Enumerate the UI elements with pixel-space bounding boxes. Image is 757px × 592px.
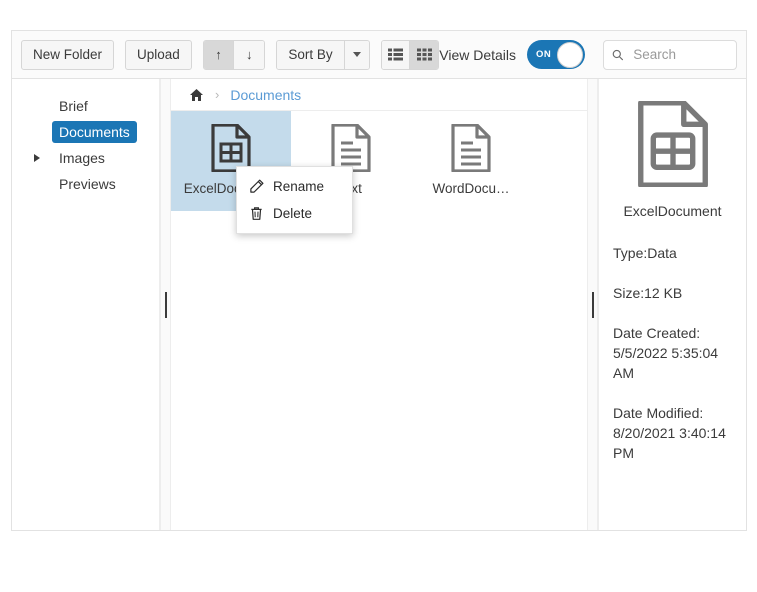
- file-name: WordDocu…: [432, 181, 510, 196]
- view-details-toggle[interactable]: ON: [527, 40, 585, 69]
- splitter-grip: [164, 291, 167, 318]
- sort-descending-button[interactable]: ↓: [234, 40, 265, 69]
- word-file-icon: [451, 124, 491, 172]
- file-tile-word[interactable]: WordDocu…: [411, 111, 531, 211]
- context-menu-item-label: Rename: [273, 179, 325, 194]
- chevron-down-icon: [352, 52, 361, 57]
- sidebar-tree: Brief Documents Images Previews: [12, 79, 160, 530]
- right-splitter[interactable]: [587, 79, 598, 530]
- arrow-up-icon: ↑: [215, 47, 222, 62]
- breadcrumb-separator: ›: [215, 87, 220, 102]
- excel-file-icon: [637, 101, 708, 187]
- breadcrumb: › Documents: [171, 79, 587, 111]
- home-icon[interactable]: [189, 88, 204, 102]
- details-pane: ExcelDocument Type:Data Size:12 KB Date …: [598, 79, 746, 530]
- sort-by-split-button: Sort By: [276, 39, 370, 70]
- grid-view-icon: [416, 48, 432, 61]
- upload-button[interactable]: Upload: [125, 39, 192, 70]
- context-menu-item-rename[interactable]: Rename: [237, 173, 352, 200]
- text-file-icon: [331, 124, 371, 172]
- toolbar: New Folder Upload ↑ ↓ Sort By View Detai…: [12, 31, 746, 79]
- toggle-knob: [557, 41, 584, 68]
- context-menu: Rename Delete: [236, 166, 353, 234]
- search-icon: [612, 49, 623, 60]
- list-view-icon: [387, 48, 403, 61]
- list-view-button[interactable]: [381, 40, 410, 69]
- details-icon-wrap: [613, 101, 732, 187]
- context-menu-item-delete[interactable]: Delete: [237, 200, 352, 227]
- sort-ascending-button[interactable]: ↑: [203, 40, 235, 69]
- excel-file-icon: [211, 124, 251, 172]
- sidebar-item-previews[interactable]: Previews: [12, 171, 159, 197]
- new-folder-button[interactable]: New Folder: [21, 39, 115, 70]
- file-browser-pane: › Documents ExcelDocument WordDocu… Rena…: [171, 79, 587, 530]
- file-grid: ExcelDocument t.txt: [171, 111, 587, 530]
- sidebar-item-label: Documents: [52, 121, 137, 143]
- expand-arrow-icon[interactable]: [34, 154, 40, 162]
- trash-icon: [251, 207, 262, 220]
- sort-by-dropdown-button[interactable]: [344, 40, 369, 69]
- view-details-label: View Details: [439, 46, 517, 63]
- search-input[interactable]: [631, 46, 729, 63]
- view-mode-group: [380, 39, 440, 70]
- splitter-grip: [591, 291, 594, 318]
- sort-direction-group: ↑ ↓: [202, 39, 266, 70]
- details-file-name: ExcelDocument: [623, 203, 722, 219]
- sidebar-item-label: Brief: [59, 98, 88, 114]
- sidebar-item-brief[interactable]: Brief: [12, 93, 159, 119]
- search-box[interactable]: [602, 39, 738, 70]
- sidebar-item-documents[interactable]: Documents: [12, 119, 159, 145]
- left-splitter[interactable]: [160, 79, 171, 530]
- details-size: Size:12 KB: [613, 285, 683, 301]
- details-type: Type:Data: [613, 245, 677, 261]
- toggle-state-label: ON: [536, 49, 552, 60]
- sidebar-item-label: Previews: [59, 176, 116, 192]
- file-manager-window: New Folder Upload ↑ ↓ Sort By View Detai…: [11, 30, 747, 531]
- content-area: Brief Documents Images Previews › Docume…: [12, 79, 746, 530]
- sidebar-item-images[interactable]: Images: [12, 145, 159, 171]
- grid-view-button[interactable]: [409, 40, 439, 69]
- sidebar-item-label: Images: [59, 150, 105, 166]
- context-menu-item-label: Delete: [273, 206, 313, 221]
- details-date-created: Date Created: 5/5/2022 5:35:04 AM: [613, 325, 719, 381]
- details-date-modified: Date Modified: 8/20/2021 3:40:14 PM: [613, 405, 726, 461]
- sort-by-button[interactable]: Sort By: [277, 40, 345, 69]
- pencil-icon: [250, 179, 264, 193]
- arrow-down-icon: ↓: [246, 47, 253, 62]
- breadcrumb-current[interactable]: Documents: [230, 87, 301, 103]
